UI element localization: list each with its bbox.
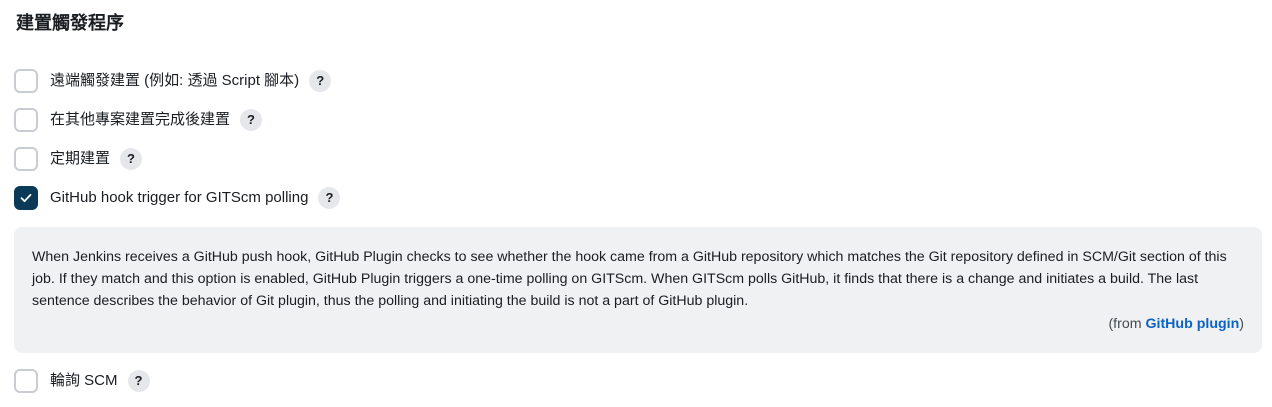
- help-text: When Jenkins receives a GitHub push hook…: [32, 249, 1227, 309]
- help-source-prefix: (from: [1108, 316, 1146, 332]
- build-after-other-checkbox[interactable]: [14, 108, 38, 132]
- help-icon[interactable]: ?: [120, 148, 143, 170]
- option-label[interactable]: 輪詢 SCM: [50, 371, 118, 391]
- option-github-hook-trigger: GitHub hook trigger for GITScm polling ?: [14, 186, 341, 210]
- option-build-after-other: 在其他專案建置完成後建置 ?: [14, 108, 263, 132]
- option-label[interactable]: 遠端觸發建置 (例如: 透過 Script 腳本): [50, 71, 299, 91]
- github-plugin-link[interactable]: GitHub plugin: [1145, 316, 1239, 332]
- option-label[interactable]: 定期建置: [50, 149, 110, 169]
- build-triggers-section: 建置觸發程序 遠端觸發建置 (例如: 透過 Script 腳本) ? 在其他專案…: [0, 0, 1272, 407]
- section-title: 建置觸發程序: [16, 13, 124, 33]
- option-poll-scm: 輪詢 SCM ?: [14, 369, 150, 393]
- option-periodic-build: 定期建置 ?: [14, 147, 143, 171]
- option-remote-trigger: 遠端觸發建置 (例如: 透過 Script 腳本) ?: [14, 69, 332, 93]
- option-label[interactable]: 在其他專案建置完成後建置: [50, 110, 230, 130]
- help-source: (from GitHub plugin): [32, 313, 1244, 335]
- checkmark-icon: [20, 193, 32, 203]
- help-source-suffix: ): [1239, 316, 1244, 332]
- help-icon[interactable]: ?: [240, 109, 263, 131]
- help-icon[interactable]: ?: [127, 370, 150, 392]
- poll-scm-checkbox[interactable]: [14, 369, 38, 393]
- help-icon[interactable]: ?: [309, 70, 332, 92]
- help-icon[interactable]: ?: [318, 187, 341, 209]
- remote-trigger-checkbox[interactable]: [14, 69, 38, 93]
- help-panel: When Jenkins receives a GitHub push hook…: [14, 227, 1262, 353]
- periodic-build-checkbox[interactable]: [14, 147, 38, 171]
- option-label[interactable]: GitHub hook trigger for GITScm polling: [50, 188, 308, 208]
- github-hook-trigger-checkbox[interactable]: [14, 186, 38, 210]
